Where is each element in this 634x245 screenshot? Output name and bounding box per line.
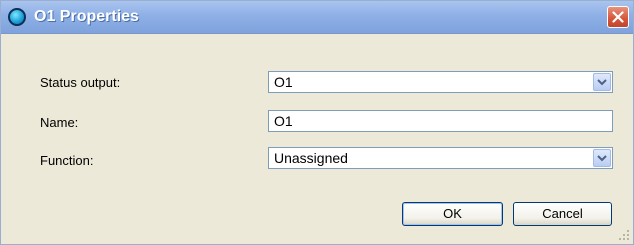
close-icon [612, 11, 624, 23]
status-output-value: O1 [274, 74, 293, 90]
name-label: Name: [40, 115, 79, 130]
cancel-button[interactable]: Cancel [513, 202, 612, 226]
dialog-title: O1 Properties [34, 8, 139, 25]
close-button[interactable] [607, 6, 629, 28]
function-select[interactable]: Unassigned [268, 147, 613, 169]
properties-dialog: O1 Properties Status output: O1 Name: O1… [0, 0, 634, 245]
status-output-icon [8, 8, 26, 26]
function-label: Function: [40, 153, 94, 168]
resize-grip-icon[interactable] [618, 229, 630, 241]
name-value: O1 [274, 113, 293, 129]
name-input[interactable]: O1 [268, 110, 613, 132]
title-bar[interactable]: O1 Properties [1, 1, 633, 34]
status-output-select[interactable]: O1 [268, 71, 613, 93]
function-value: Unassigned [274, 150, 348, 166]
ok-button[interactable]: OK [402, 202, 503, 226]
chevron-down-icon [597, 79, 607, 86]
chevron-down-icon [597, 155, 607, 162]
status-output-dropdown-button[interactable] [593, 73, 611, 91]
status-output-label: Status output: [40, 75, 121, 90]
function-dropdown-button[interactable] [593, 149, 611, 167]
